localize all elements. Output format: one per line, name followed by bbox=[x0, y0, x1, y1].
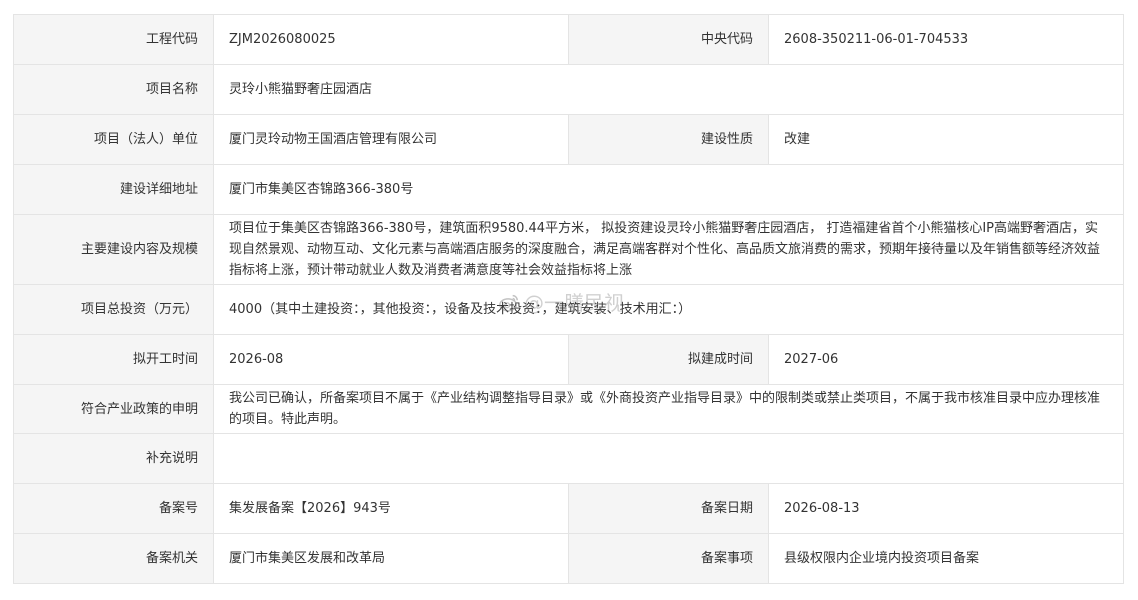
row-project-code: 工程代码 ZJM2026080025 中央代码 2608-350211-06-0… bbox=[13, 14, 1124, 65]
row-record-authority: 备案机关 厦门市集美区发展和改革局 备案事项 县级权限内企业境内投资项目备案 bbox=[13, 533, 1124, 584]
row-legal-entity: 项目（法人）单位 厦门灵玲动物王国酒店管理有限公司 建设性质 改建 bbox=[13, 114, 1124, 165]
label-completion-time: 拟建成时间 bbox=[568, 334, 769, 385]
value-project-name: 灵玲小熊猫野奢庄园酒店 bbox=[213, 64, 1124, 115]
value-record-number: 集发展备案【2026】943号 bbox=[213, 483, 569, 534]
label-construction-nature: 建设性质 bbox=[568, 114, 769, 165]
label-address: 建设详细地址 bbox=[13, 164, 214, 215]
value-central-code: 2608-350211-06-01-704533 bbox=[768, 14, 1124, 65]
value-record-matter: 县级权限内企业境内投资项目备案 bbox=[768, 533, 1124, 584]
row-record-number: 备案号 集发展备案【2026】943号 备案日期 2026-08-13 bbox=[13, 483, 1124, 534]
row-policy-statement: 符合产业政策的申明 我公司已确认，所备案项目不属于《产业结构调整指导目录》或《外… bbox=[13, 384, 1124, 434]
label-supplement: 补充说明 bbox=[13, 433, 214, 484]
value-completion-time: 2027-06 bbox=[768, 334, 1124, 385]
value-start-time: 2026-08 bbox=[213, 334, 569, 385]
value-project-code: ZJM2026080025 bbox=[213, 14, 569, 65]
label-record-matter: 备案事项 bbox=[568, 533, 769, 584]
label-project-name: 项目名称 bbox=[13, 64, 214, 115]
label-start-time: 拟开工时间 bbox=[13, 334, 214, 385]
value-construction-nature: 改建 bbox=[768, 114, 1124, 165]
value-address: 厦门市集美区杏锦路366-380号 bbox=[213, 164, 1124, 215]
label-record-date: 备案日期 bbox=[568, 483, 769, 534]
value-record-authority: 厦门市集美区发展和改革局 bbox=[213, 533, 569, 584]
value-supplement bbox=[213, 433, 1124, 484]
label-project-code: 工程代码 bbox=[13, 14, 214, 65]
label-main-content: 主要建设内容及规模 bbox=[13, 214, 214, 285]
row-schedule: 拟开工时间 2026-08 拟建成时间 2027-06 bbox=[13, 334, 1124, 385]
value-legal-entity: 厦门灵玲动物王国酒店管理有限公司 bbox=[213, 114, 569, 165]
label-total-investment: 项目总投资（万元） bbox=[13, 284, 214, 335]
value-main-content: 项目位于集美区杏锦路366-380号，建筑面积9580.44平方米， 拟投资建设… bbox=[213, 214, 1124, 285]
label-record-number: 备案号 bbox=[13, 483, 214, 534]
row-project-name: 项目名称 灵玲小熊猫野奢庄园酒店 bbox=[13, 64, 1124, 115]
row-address: 建设详细地址 厦门市集美区杏锦路366-380号 bbox=[13, 164, 1124, 215]
value-total-investment: 4000（其中土建投资：，其他投资：，设备及技术投资：，建筑安装、技术用汇：） bbox=[213, 284, 1124, 335]
row-total-investment: 项目总投资（万元） 4000（其中土建投资：，其他投资：，设备及技术投资：，建筑… bbox=[13, 284, 1124, 335]
value-record-date: 2026-08-13 bbox=[768, 483, 1124, 534]
label-legal-entity: 项目（法人）单位 bbox=[13, 114, 214, 165]
label-policy-statement: 符合产业政策的申明 bbox=[13, 384, 214, 434]
label-central-code: 中央代码 bbox=[568, 14, 769, 65]
value-policy-statement: 我公司已确认，所备案项目不属于《产业结构调整指导目录》或《外商投资产业指导目录》… bbox=[213, 384, 1124, 434]
row-supplement: 补充说明 bbox=[13, 433, 1124, 484]
project-record-table: 工程代码 ZJM2026080025 中央代码 2608-350211-06-0… bbox=[13, 14, 1124, 584]
row-main-content: 主要建设内容及规模 项目位于集美区杏锦路366-380号，建筑面积9580.44… bbox=[13, 214, 1124, 285]
label-record-authority: 备案机关 bbox=[13, 533, 214, 584]
